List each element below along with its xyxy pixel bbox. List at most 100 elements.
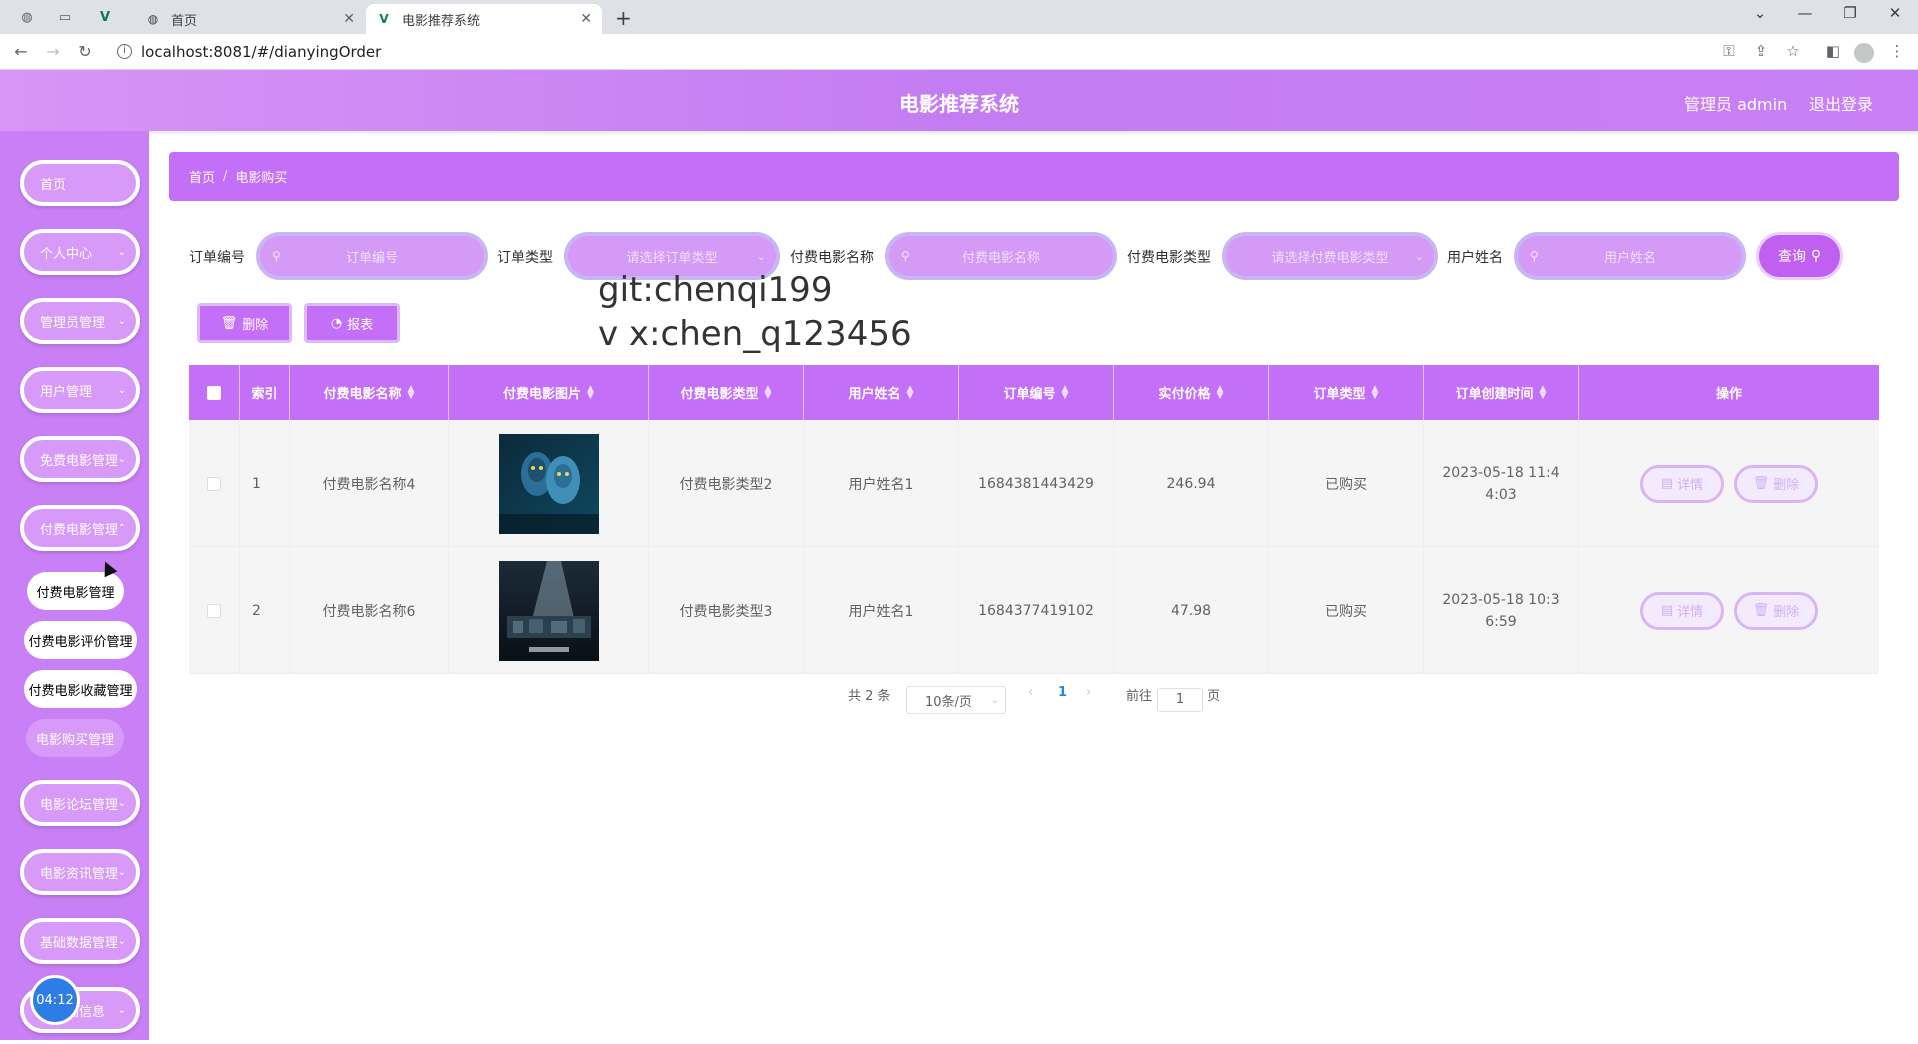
key-icon[interactable]: ⚿ xyxy=(1718,42,1740,60)
close-tab-icon[interactable]: ✕ xyxy=(580,11,592,27)
header-order-type[interactable]: 订单类型 ▲ ▼ xyxy=(1269,365,1424,420)
order-no-input[interactable]: ⚲ 订单编号 xyxy=(256,232,488,280)
app-header: 电影推荐系统 管理员 admin 退出登录 xyxy=(0,70,1918,131)
header-label: 付费电影名称 xyxy=(323,387,402,402)
share-icon[interactable]: ⇪ xyxy=(1750,42,1772,60)
row-delete-button[interactable]: 🗑 删除 xyxy=(1734,464,1818,503)
header-movie-name[interactable]: 付费电影名称 ▲ ▼ xyxy=(290,365,449,420)
tab-group-icon[interactable]: ▭ xyxy=(56,8,74,26)
close-window-button[interactable]: ✕ xyxy=(1875,4,1915,22)
page-number-current[interactable]: 1 xyxy=(1058,685,1067,700)
logout-link[interactable]: 退出登录 xyxy=(1809,91,1873,115)
report-label: 报表 xyxy=(347,317,374,333)
browser-tab-home[interactable]: ◍ 首页 ✕ xyxy=(135,4,365,34)
sidebar-item-personal[interactable]: 个人中心 ⌄ xyxy=(20,229,140,275)
select-all-checkbox[interactable] xyxy=(207,385,221,400)
sidebar-item-base-data[interactable]: 基础数据管理 ⌄ xyxy=(20,918,140,964)
sort-icon[interactable]: ▲ ▼ xyxy=(1062,384,1069,400)
sidebar: 首页 个人中心 ⌄ 管理员管理 ⌄ 用户管理 ⌄ 免费电影管理 ⌄ 付费电影管理 ⌃ 付费… xyxy=(0,131,149,1040)
star-icon[interactable]: ☆ xyxy=(1782,42,1804,60)
vue-icon[interactable]: V xyxy=(96,8,114,26)
next-page-icon[interactable]: › xyxy=(1086,685,1091,700)
row-delete-button[interactable]: 🗑 删除 xyxy=(1734,591,1818,630)
header-label: 用户姓名 xyxy=(848,387,901,402)
new-tab-button[interactable]: + xyxy=(615,6,632,30)
sidebar-item-news[interactable]: 电影资讯管理 ⌄ xyxy=(20,849,140,895)
breadcrumb-home[interactable]: 首页 xyxy=(189,167,215,186)
query-label: 查询 xyxy=(1777,249,1806,265)
table-row: 2 付费电影名称6 付费电影类型3 用户姓名1 1684377419102 47… xyxy=(189,547,1879,674)
sidebar-item-paid-movies[interactable]: 付费电影管理 ⌃ xyxy=(20,505,140,551)
report-button[interactable]: ◔ 报表 xyxy=(304,303,400,343)
cell-order-no: 1684377419102 xyxy=(959,547,1114,674)
filter-label-order-type: 订单类型 xyxy=(497,250,553,266)
menu-icon[interactable]: ⋮ xyxy=(1886,42,1908,60)
sort-icon[interactable]: ▲ ▼ xyxy=(1217,384,1224,400)
browser-app-icon[interactable]: ◍ xyxy=(18,8,36,26)
cell-movie-image xyxy=(449,547,649,674)
row-checkbox[interactable] xyxy=(207,476,221,491)
detail-button[interactable]: ▤ 详情 xyxy=(1640,591,1724,630)
side-panel-icon[interactable]: ◧ xyxy=(1822,42,1844,60)
sidebar-item-free-movies[interactable]: 免费电影管理 ⌄ xyxy=(20,436,140,482)
query-button[interactable]: 查询 ⚲ xyxy=(1756,232,1843,280)
profile-avatar[interactable] xyxy=(1854,43,1874,63)
header-ops: 操作 xyxy=(1579,365,1879,420)
header-price[interactable]: 实付价格 ▲ ▼ xyxy=(1114,365,1269,420)
select-all-cell xyxy=(189,365,240,420)
vue-icon: V xyxy=(379,12,389,26)
header-order-no[interactable]: 订单编号 ▲ ▼ xyxy=(959,365,1114,420)
sidebar-item-home[interactable]: 首页 xyxy=(20,160,140,206)
chevron-down-icon: ⌄ xyxy=(117,384,126,396)
url-field[interactable]: localhost:8081/#/dianyingOrder xyxy=(141,43,381,61)
minimize-button[interactable]: — xyxy=(1785,4,1825,22)
trash-icon: 🗑 xyxy=(220,315,238,331)
sort-icon[interactable]: ▲ ▼ xyxy=(587,384,594,400)
sidebar-item-users[interactable]: 用户管理 ⌄ xyxy=(20,367,140,413)
header-label: 索引 xyxy=(251,387,278,402)
sort-icon[interactable]: ▲ ▼ xyxy=(1372,384,1379,400)
chevron-down-icon: ⌄ xyxy=(117,935,126,947)
header-created[interactable]: 订单创建时间 ▲ ▼ xyxy=(1424,365,1579,420)
site-info-icon[interactable]: i xyxy=(117,44,132,59)
submenu-paid-movie-manage[interactable]: 付费电影管理 xyxy=(27,572,124,610)
header-movie-image[interactable]: 付费电影图片 ▲ ▼ xyxy=(449,365,649,420)
header-movie-type[interactable]: 付费电影类型 ▲ ▼ xyxy=(649,365,804,420)
search-icon: ⚲ xyxy=(1810,248,1822,264)
movie-poster-image[interactable] xyxy=(498,560,599,661)
header-label: 操作 xyxy=(1715,387,1742,402)
table-row: 1 付费电影名称4 付费电影类型2 用户姓名1 1684381443429 24… xyxy=(189,420,1879,547)
submenu-movie-purchase[interactable]: 电影购买管理 xyxy=(26,719,124,757)
sort-icon[interactable]: ▲ ▼ xyxy=(408,384,415,400)
detail-button[interactable]: ▤ 详情 xyxy=(1640,464,1724,503)
movie-name-input[interactable]: ⚲ 付费电影名称 xyxy=(885,232,1117,280)
sort-icon[interactable]: ▲ ▼ xyxy=(1540,384,1547,400)
submenu-paid-movie-favorite[interactable]: 付费电影收藏管理 xyxy=(24,670,137,708)
globe-icon: ◍ xyxy=(147,12,159,26)
delete-button[interactable]: 🗑 删除 xyxy=(197,303,292,343)
tab-search-icon[interactable]: ⌄ xyxy=(1740,4,1780,22)
delete-label: 删除 xyxy=(242,317,269,333)
browser-tab-active[interactable]: V 电影推荐系统 ✕ xyxy=(366,4,602,34)
user-name-input[interactable]: ⚲ 用户姓名 xyxy=(1514,232,1746,280)
cell-ops: ▤ 详情 🗑 删除 xyxy=(1579,547,1879,674)
sidebar-item-forum[interactable]: 电影论坛管理 ⌄ xyxy=(20,780,140,826)
movie-type-select[interactable]: 请选择付费电影类型 ⌄ xyxy=(1222,232,1438,280)
prev-page-icon[interactable]: ‹ xyxy=(1028,685,1033,700)
header-user-name[interactable]: 用户姓名 ▲ ▼ xyxy=(804,365,959,420)
goto-page-input[interactable]: 1 xyxy=(1157,688,1203,712)
forward-icon[interactable]: → xyxy=(42,42,64,61)
row-checkbox[interactable] xyxy=(207,603,221,618)
submenu-paid-movie-review[interactable]: 付费电影评价管理 xyxy=(24,621,137,659)
sort-icon[interactable]: ▲ ▼ xyxy=(907,384,914,400)
sidebar-item-admin[interactable]: 管理员管理 ⌄ xyxy=(20,298,140,344)
reload-icon[interactable]: ↻ xyxy=(74,42,96,61)
back-icon[interactable]: ← xyxy=(10,42,32,61)
page-size-select[interactable]: 10条/页 ⌄ xyxy=(906,686,1006,714)
header-index: 索引 xyxy=(240,365,290,420)
restore-button[interactable]: ❐ xyxy=(1830,4,1870,22)
search-icon: ⚲ xyxy=(1530,249,1539,263)
close-tab-icon[interactable]: ✕ xyxy=(343,11,355,27)
movie-poster-image[interactable] xyxy=(498,433,599,534)
sort-icon[interactable]: ▲ ▼ xyxy=(765,384,772,400)
